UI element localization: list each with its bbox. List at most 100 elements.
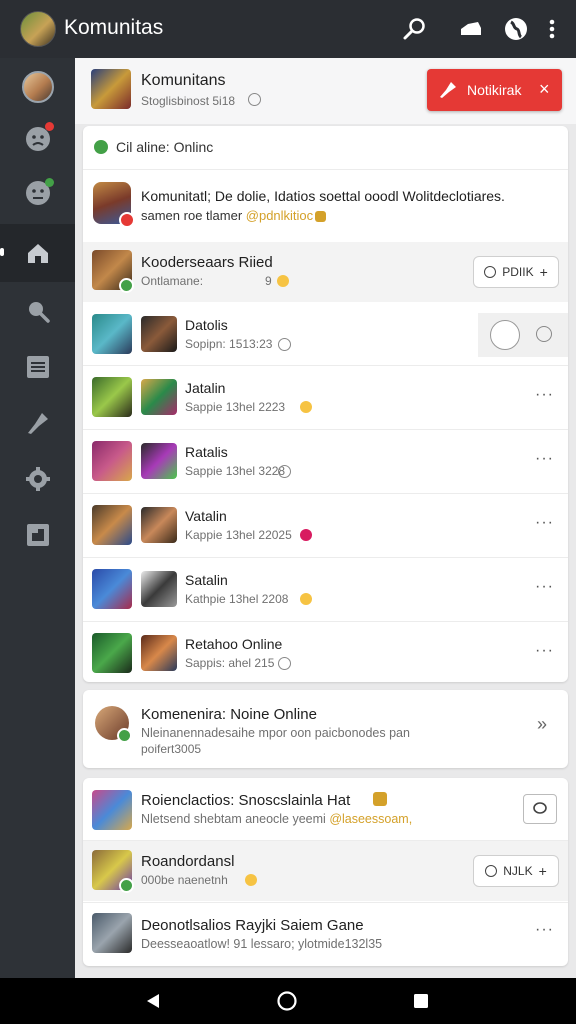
announce-icon[interactable]: [455, 13, 487, 45]
main-content: Komunitans Stoglisbinost 5i18 Notikirak …: [75, 58, 576, 978]
game-thumbnail: [92, 633, 132, 673]
member-meta: Kathpie 13hel 2208: [185, 592, 289, 606]
online-dot: [117, 728, 132, 743]
list-icon[interactable]: [0, 338, 75, 396]
comment-button[interactable]: [523, 794, 557, 824]
member-name: Vatalin: [185, 508, 227, 524]
chat-icon: [484, 266, 497, 278]
post-desc: 000be naenetnh: [141, 873, 228, 887]
member-list-card: Cil aline: Onlinc Komunitatl; De dolie, …: [83, 126, 568, 682]
puzzle-icon[interactable]: [0, 506, 75, 564]
post-desc-text: Nletsend shebtam aneocle yeemi: [141, 812, 330, 826]
post-row[interactable]: Roienclactios: Snoscslainla Hat Nletsend…: [83, 778, 568, 840]
join-button[interactable]: NJLK +: [473, 855, 559, 887]
online-dot: [45, 178, 54, 187]
emoji-icon: [300, 593, 312, 605]
featured-line2: samen roe tlamer @pdnlkitioc: [141, 208, 327, 223]
game-thumbnail: [92, 314, 132, 354]
featured-line2-text: samen roe tlamer: [141, 208, 246, 223]
system-nav-bar: [0, 978, 576, 1024]
more-horiz-icon[interactable]: ···: [535, 578, 554, 596]
recents-icon[interactable]: [408, 988, 434, 1014]
more-horiz-icon[interactable]: ···: [535, 386, 554, 404]
member-avatar: [141, 443, 177, 479]
post-row[interactable]: Deonotlsalios Rayjki Saiem Gane Deesseao…: [83, 903, 568, 966]
online-status-icon: [94, 140, 108, 154]
game-thumbnail: [92, 441, 132, 481]
member-meta: Sopipn: 1513:23: [185, 337, 273, 351]
chat-icon[interactable]: [0, 110, 75, 168]
post-thumbnail: [92, 790, 132, 830]
clock-icon: [248, 93, 261, 106]
summary-title: Komenenira: Noine Online: [141, 706, 317, 723]
home-circle-icon[interactable]: [274, 988, 300, 1014]
back-icon[interactable]: [140, 988, 166, 1014]
member-meta: Kappie 13hel 22025: [185, 528, 292, 542]
clock-icon: [278, 338, 291, 351]
settings-icon[interactable]: [0, 450, 75, 508]
online-summary-card[interactable]: Komenenira: Noine Online Nleinanennadesa…: [83, 690, 568, 768]
community-subtitle: Stoglisbinost 5i18: [141, 94, 236, 108]
member-row[interactable]: Ratalis Sappie 13hel 3228 ···: [83, 429, 568, 493]
featured-badge: [119, 212, 135, 228]
member-meta: Sappis: ahel 215: [185, 656, 275, 670]
trophy-icon: [373, 792, 387, 806]
member-row[interactable]: Retahoo Online Sappis: ahel 215 ···: [83, 621, 568, 682]
more-vert-icon[interactable]: [536, 13, 568, 45]
featured-mention[interactable]: @pdnlkitioc: [246, 208, 313, 223]
more-horiz-icon[interactable]: ···: [535, 921, 554, 939]
chat-icon[interactable]: [536, 326, 552, 342]
search-icon[interactable]: [398, 13, 430, 45]
pin-icon[interactable]: [0, 394, 75, 452]
community-title: Komunitans: [141, 72, 226, 89]
clock-icon: [278, 465, 291, 478]
more-horiz-icon[interactable]: ···: [535, 514, 554, 532]
member-extra: 9: [265, 274, 272, 288]
sidebar: [0, 58, 75, 978]
plus-icon: +: [538, 863, 547, 879]
app-bar: Komunitas: [0, 0, 576, 58]
comment-icon: [533, 802, 547, 814]
message-icon[interactable]: [490, 320, 520, 350]
member-row[interactable]: Datolis Sopipn: 1513:23: [83, 303, 568, 366]
member-name: Ratalis: [185, 444, 228, 460]
post-desc: Nletsend shebtam aneocle yeemi @laseesso…: [141, 812, 412, 826]
chevron-right-icon[interactable]: »: [537, 714, 547, 735]
member-avatar: [141, 379, 177, 415]
profile-avatar[interactable]: [0, 58, 75, 116]
post-title: Roienclactios: Snoscslainla Hat: [141, 792, 351, 809]
post-row[interactable]: Roandordansl 000be naenetnh NJLK +: [83, 841, 568, 901]
emoji-icon: [300, 529, 312, 541]
app-avatar[interactable]: [20, 11, 56, 47]
search-icon[interactable]: [0, 282, 75, 340]
member-row[interactable]: Satalin Kathpie 13hel 2208 ···: [83, 557, 568, 621]
member-row[interactable]: Vatalin Kappie 13hel 22025 ···: [83, 493, 568, 557]
emoji-icon[interactable]: [0, 164, 75, 222]
game-thumbnail: [92, 505, 132, 545]
member-name: Datolis: [185, 317, 228, 333]
highlighted-member-row[interactable]: Kooderseaars Riied Ontlamane: 9 PDIIK +: [83, 242, 568, 302]
emoji-icon: [300, 401, 312, 413]
chat-icon: [485, 865, 498, 877]
member-name: Satalin: [185, 572, 228, 588]
join-button[interactable]: PDIIK +: [473, 256, 559, 288]
notification-button[interactable]: Notikirak ×: [427, 69, 562, 111]
more-horiz-icon[interactable]: ···: [535, 642, 554, 660]
member-status: Ontlamane:: [141, 274, 204, 288]
member-actions: [478, 313, 568, 357]
member-avatar: [141, 316, 177, 352]
online-count: Cil aline: Onlinc: [116, 139, 214, 155]
summary-desc-line1: Nleinanennadesaihe mpor oon paicbonodes …: [141, 726, 410, 740]
notification-dot: [45, 122, 54, 131]
more-horiz-icon[interactable]: ···: [535, 450, 554, 468]
home-icon[interactable]: [0, 224, 75, 282]
game-thumbnail: [92, 377, 132, 417]
emoji-icon: [277, 275, 289, 287]
globe-icon[interactable]: [500, 13, 532, 45]
close-icon[interactable]: ×: [539, 79, 550, 100]
posts-card: Roienclactios: Snoscslainla Hat Nletsend…: [83, 778, 568, 966]
online-dot: [119, 878, 134, 893]
post-mention[interactable]: @laseessoam,: [329, 812, 412, 826]
member-row[interactable]: Jatalin Sappie 13hel 2223 ···: [83, 365, 568, 429]
featured-title: Komunitatl; De dolie, Idatios soettal oo…: [141, 188, 505, 204]
